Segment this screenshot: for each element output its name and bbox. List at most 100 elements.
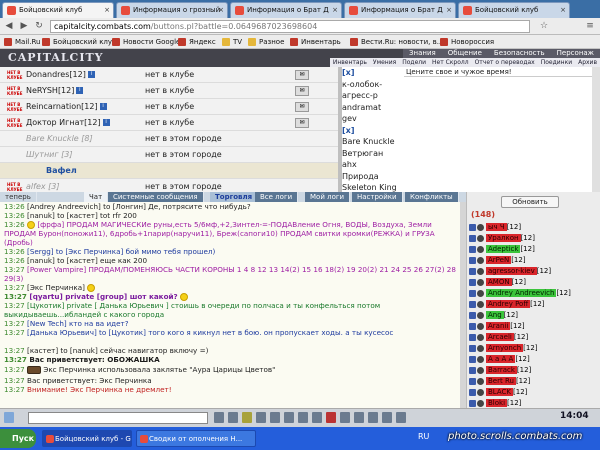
taskbar-item[interactable]: Сводки от ополчения Н...	[136, 430, 256, 447]
submenu-item[interactable]: Инвентарь	[330, 59, 370, 66]
browser-tab-2[interactable]: Информация о грозный ×	[116, 2, 228, 18]
location-entry[interactable]: к-олобок-	[342, 79, 404, 91]
tab-settings[interactable]: Настройки	[352, 192, 403, 202]
private-icon[interactable]	[469, 300, 476, 308]
online-user-name[interactable]: ыч Ч	[486, 223, 507, 231]
tab-chat[interactable]: Чат	[84, 192, 109, 202]
menu-item[interactable]: Безопасность	[488, 49, 551, 57]
close-icon[interactable]: ×	[218, 3, 224, 17]
online-user-name[interactable]: Bloki	[486, 399, 508, 407]
private-icon[interactable]	[469, 355, 476, 363]
forward-icon[interactable]: ▶	[18, 20, 30, 32]
online-user-row[interactable]: Andrey Poff [12]	[469, 299, 597, 310]
info-icon[interactable]: i	[99, 103, 107, 110]
location-entry[interactable]: ahx	[342, 159, 404, 171]
online-user-name[interactable]: Arcaeli	[486, 333, 514, 341]
location-entry[interactable]: Ветрюган	[342, 148, 404, 160]
whisper-icon[interactable]: ✉	[295, 102, 309, 112]
location-entry[interactable]: [x]	[342, 67, 404, 79]
submenu-item[interactable]: Поединки	[538, 59, 575, 66]
location-entry[interactable]: Bare Knuckle	[342, 136, 404, 148]
browser-tab-4[interactable]: Информация о Брат Д ×	[344, 2, 456, 18]
player-name[interactable]: Вафел	[46, 163, 77, 179]
tab-conflicts[interactable]: Конфликты	[405, 192, 459, 202]
player-name[interactable]: Donandres[12] i	[26, 67, 95, 83]
bookmark-item[interactable]: Яндекс	[178, 36, 216, 48]
taskbar-item[interactable]: Бойцовский клуб - G...	[42, 430, 132, 447]
filter-icon[interactable]	[270, 412, 280, 423]
bookmark-item[interactable]: Разное	[248, 36, 284, 48]
private-icon[interactable]	[469, 267, 476, 275]
location-entry[interactable]: andramat	[342, 102, 404, 114]
whisper-icon[interactable]: ✉	[295, 118, 309, 128]
quest-icon[interactable]	[298, 412, 308, 423]
location-entry[interactable]: агресс-р	[342, 90, 404, 102]
submenu-item[interactable]: Умения	[370, 59, 399, 66]
player-row[interactable]: НЕТ В КЛУБЕ Доктор Игнат[12] i нет в клубе ✉	[0, 115, 338, 131]
online-user-name[interactable]: BLACK	[486, 388, 514, 396]
map-icon[interactable]	[312, 412, 322, 423]
bookmark-item[interactable]: Бойцовский клуб	[42, 36, 116, 48]
private-icon[interactable]	[469, 366, 476, 374]
online-user-name[interactable]: Arnyonch	[486, 344, 524, 352]
private-icon[interactable]	[469, 344, 476, 352]
online-user-name[interactable]: Ang	[486, 311, 504, 319]
scroll-icon[interactable]	[340, 412, 350, 423]
submenu-item[interactable]: Подели	[399, 59, 429, 66]
online-user-name[interactable]: Adeptick	[486, 245, 521, 253]
online-user-name[interactable]: ArPeN	[486, 256, 512, 264]
submenu-item[interactable]: Архив	[575, 59, 600, 66]
url-input[interactable]: capitalcity.combats.com/buttons.pl?battl…	[50, 20, 530, 33]
online-user-name[interactable]: Уралкон	[486, 234, 521, 242]
player-name[interactable]: Доктор Игнат[12] i	[26, 115, 110, 131]
back-icon[interactable]: ◀	[3, 20, 15, 32]
close-icon[interactable]: ×	[104, 3, 110, 17]
online-user-row[interactable]: A a A A [12]	[469, 354, 597, 365]
info-icon[interactable]: i	[87, 71, 95, 78]
start-button[interactable]: Пуск	[0, 429, 36, 448]
location-entry[interactable]: gev	[342, 113, 404, 125]
player-row[interactable]: НЕТ В КЛУБЕ Reincarnation[12] i нет в клубе ✉	[0, 99, 338, 115]
chat-input[interactable]	[28, 412, 208, 424]
online-user-name[interactable]: Barrack	[486, 366, 517, 374]
close-icon[interactable]: ×	[332, 3, 338, 17]
info-icon[interactable]: i	[76, 87, 84, 94]
close-icon[interactable]: ×	[446, 3, 452, 17]
online-user-row[interactable]: Уралкон [12]	[469, 233, 597, 244]
menu-icon[interactable]: ≡	[584, 20, 596, 32]
private-icon[interactable]	[469, 234, 476, 242]
smiles-icon[interactable]	[242, 412, 252, 423]
bookmark-item[interactable]: Mail.Ru	[4, 36, 40, 48]
private-icon[interactable]	[469, 289, 476, 297]
browser-tab-3[interactable]: Информация о Брат Д ×	[230, 2, 342, 18]
online-user-row[interactable]: ыч Ч [12]	[469, 222, 597, 233]
menu-item[interactable]: Персонаж	[551, 49, 600, 57]
whisper-icon[interactable]: ✉	[295, 70, 309, 80]
settings-icon[interactable]	[368, 412, 378, 423]
help-icon[interactable]	[382, 412, 392, 423]
private-icon[interactable]	[469, 388, 476, 396]
translit-icon[interactable]	[256, 412, 266, 423]
location-entry[interactable]: Skeleton King	[342, 182, 404, 192]
location-scrollbar[interactable]	[592, 67, 600, 192]
star-icon[interactable]: ☆	[538, 20, 550, 32]
tab-system-messages[interactable]: Системные сообщения	[108, 192, 204, 202]
refresh-button[interactable]: Обновить	[501, 196, 559, 208]
submenu-item[interactable]: Нет Скролл	[429, 59, 472, 66]
browser-tab-5[interactable]: Бойцовский клуб ×	[458, 2, 570, 18]
send-icon[interactable]	[214, 412, 224, 423]
menu-item[interactable]: Знания	[403, 49, 442, 57]
language-indicator[interactable]: RU	[418, 432, 429, 441]
private-icon[interactable]	[469, 223, 476, 231]
menu-item[interactable]: Общение	[442, 49, 488, 57]
online-user-name[interactable]: AMON	[486, 278, 512, 286]
player-row[interactable]: Шутниг [3] нет в этом городе	[0, 147, 338, 163]
clear-icon[interactable]	[228, 412, 238, 423]
online-user-row[interactable]: Ang [12]	[469, 310, 597, 321]
bookmark-item[interactable]: Новости Google	[112, 36, 180, 48]
online-user-row[interactable]: Andrey Andreevich [12]	[469, 288, 597, 299]
player-row[interactable]: НЕТ В КЛУБЕ alfex [3] нет в этом городе	[0, 179, 338, 192]
bookmark-item[interactable]: Инвентарь	[290, 36, 341, 48]
online-user-row[interactable]: Aranii [12]	[469, 321, 597, 332]
chat-mode-icon[interactable]	[4, 412, 14, 423]
